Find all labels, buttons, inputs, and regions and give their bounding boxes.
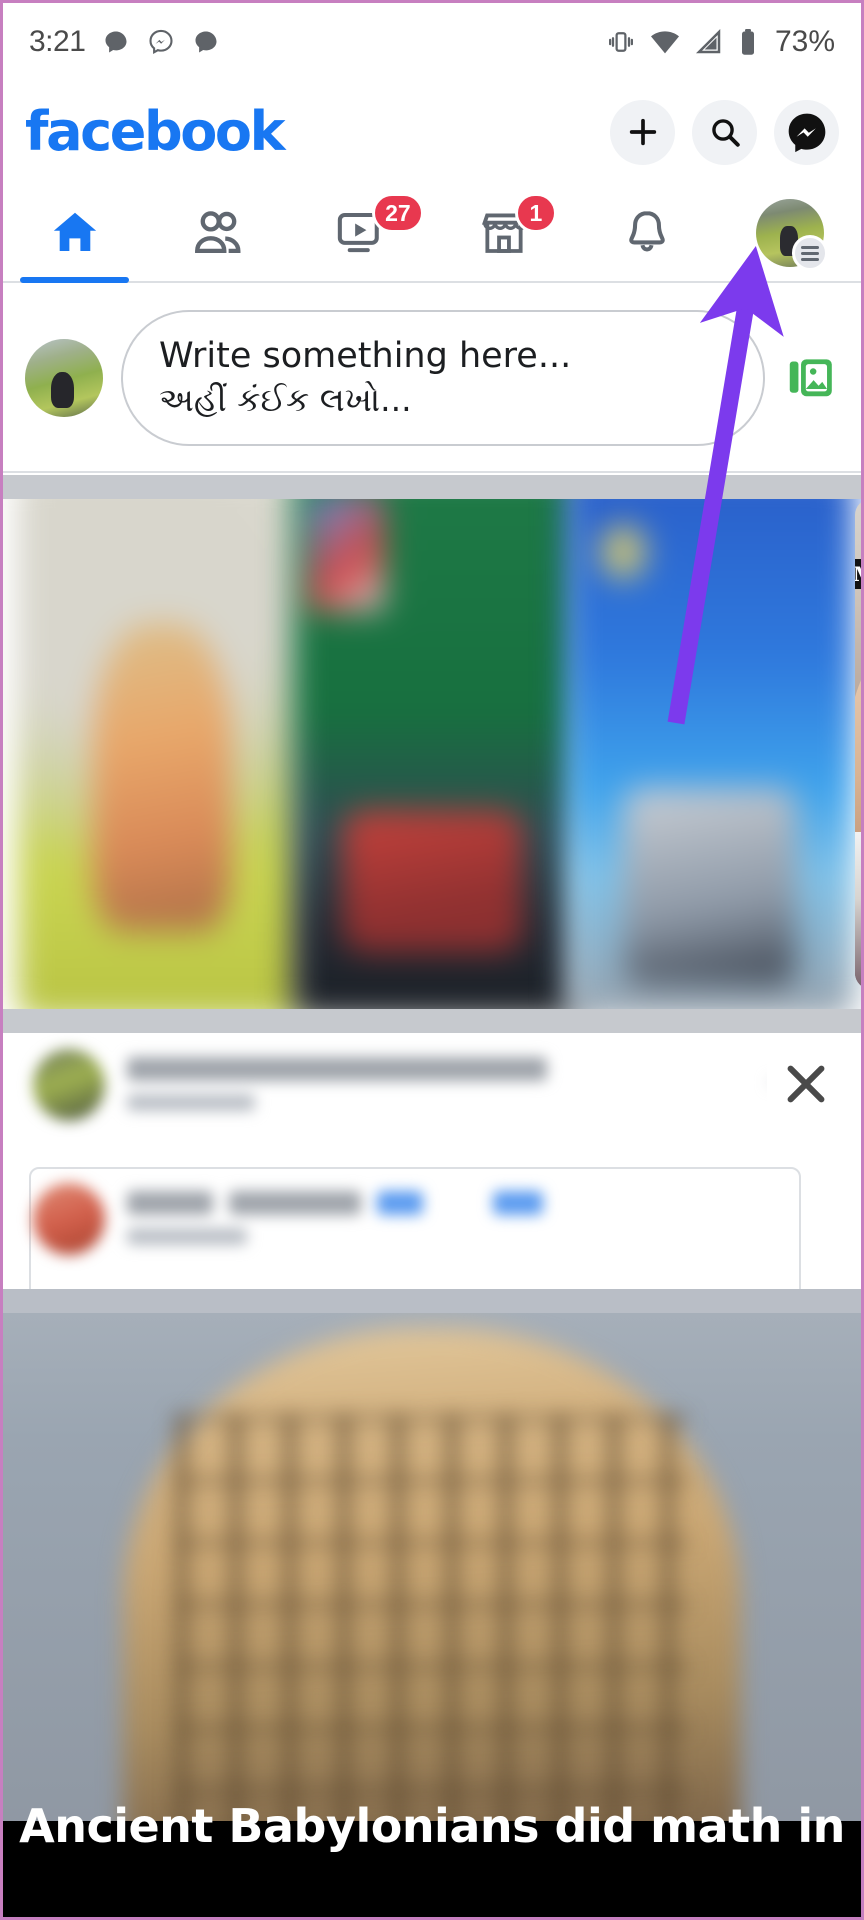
composer-input[interactable]: Write something here... અહીં કંઈક લખો...: [121, 310, 765, 446]
photo-gallery-icon: [789, 359, 832, 397]
cellular-signal-icon: [695, 28, 721, 54]
media-player[interactable]: Ancient Babylonians did math in: [3, 1303, 861, 1917]
home-icon: [53, 212, 96, 251]
media-divider: [3, 1289, 861, 1303]
messenger-icon: [788, 113, 825, 153]
list-item[interactable]: [17, 499, 307, 1009]
close-icon: [787, 1065, 825, 1103]
story-tag: M: [855, 559, 861, 589]
search-icon: [711, 119, 740, 147]
post-line: [127, 1228, 247, 1245]
tablet-carvings: [174, 1413, 690, 1856]
stories-row: M Bhol: [17, 499, 861, 1009]
media-top-edge: [3, 1303, 861, 1313]
post-line: [127, 1057, 547, 1081]
header-actions: [610, 99, 839, 165]
avatar[interactable]: [33, 1183, 105, 1255]
feed-divider: [3, 1009, 861, 1033]
messenger-button[interactable]: [774, 99, 839, 165]
post-text: [127, 1049, 547, 1111]
battery-percentage: 73%: [774, 25, 835, 58]
navigation-tabs: 27 1: [3, 183, 861, 283]
facebook-logo[interactable]: facebook: [25, 105, 286, 159]
close-button[interactable]: [767, 1045, 845, 1123]
list-item[interactable]: [291, 499, 581, 1009]
tab-home[interactable]: [3, 183, 146, 283]
plus-icon: [629, 118, 656, 146]
post-composer: Write something here... અહીં કંઈક લખો...: [3, 285, 861, 473]
list-item[interactable]: M Bhol: [855, 499, 861, 989]
vibrate-icon: [608, 32, 633, 52]
chat-bubble-icon: [195, 31, 217, 53]
status-bar-right: 73%: [606, 25, 835, 59]
app-header: facebook: [3, 81, 861, 183]
post-line: [127, 1191, 213, 1215]
tab-friends[interactable]: [146, 183, 289, 283]
news-feed: [3, 1033, 861, 1313]
feed-post-2[interactable]: [33, 1183, 543, 1255]
tab-video[interactable]: 27: [289, 183, 432, 283]
friends-icon: [194, 211, 240, 254]
tab-notifications[interactable]: [575, 183, 718, 283]
list-item[interactable]: [565, 499, 855, 1009]
tab-marketplace[interactable]: 1: [432, 183, 575, 283]
stories-carousel[interactable]: M Bhol: [3, 499, 861, 1009]
messenger-circle-icon: [149, 29, 173, 55]
post-line: [229, 1191, 361, 1215]
post-line: [127, 1094, 255, 1111]
stories-divider: [3, 475, 861, 499]
composer-placeholder-english: Write something here...: [159, 336, 572, 377]
profile-avatar-menu-icon[interactable]: [755, 199, 828, 271]
bell-icon: [628, 211, 665, 252]
feed-post-1[interactable]: [33, 1049, 547, 1121]
composer-avatar[interactable]: [25, 339, 103, 417]
wifi-icon: [650, 31, 679, 54]
search-button[interactable]: [692, 99, 757, 165]
media-caption: Ancient Babylonians did math in: [19, 1799, 845, 1853]
phone-screen: 3:21 73% facebook 27 1 Write something h…: [0, 0, 864, 1920]
post-text: [127, 1183, 543, 1245]
status-bar: 3:21 73%: [3, 3, 861, 81]
create-post-button[interactable]: [610, 99, 675, 165]
video-badge: 27: [371, 193, 424, 233]
active-tab-indicator: [20, 277, 129, 283]
marketplace-badge: 1: [514, 193, 557, 233]
chat-bubble-icon: [105, 31, 127, 53]
status-bar-clock: 3:21: [29, 25, 86, 58]
add-photo-button[interactable]: [783, 352, 839, 404]
tab-menu[interactable]: [718, 183, 861, 283]
battery-icon: [741, 29, 754, 55]
hamburger-menu-icon[interactable]: [791, 235, 828, 271]
status-bar-left: 3:21: [29, 25, 220, 59]
post-link[interactable]: [493, 1191, 543, 1215]
post-link[interactable]: [377, 1191, 423, 1215]
avatar[interactable]: [33, 1049, 105, 1121]
composer-placeholder-gujarati: અહીં કંઈક લખો...: [159, 379, 412, 419]
